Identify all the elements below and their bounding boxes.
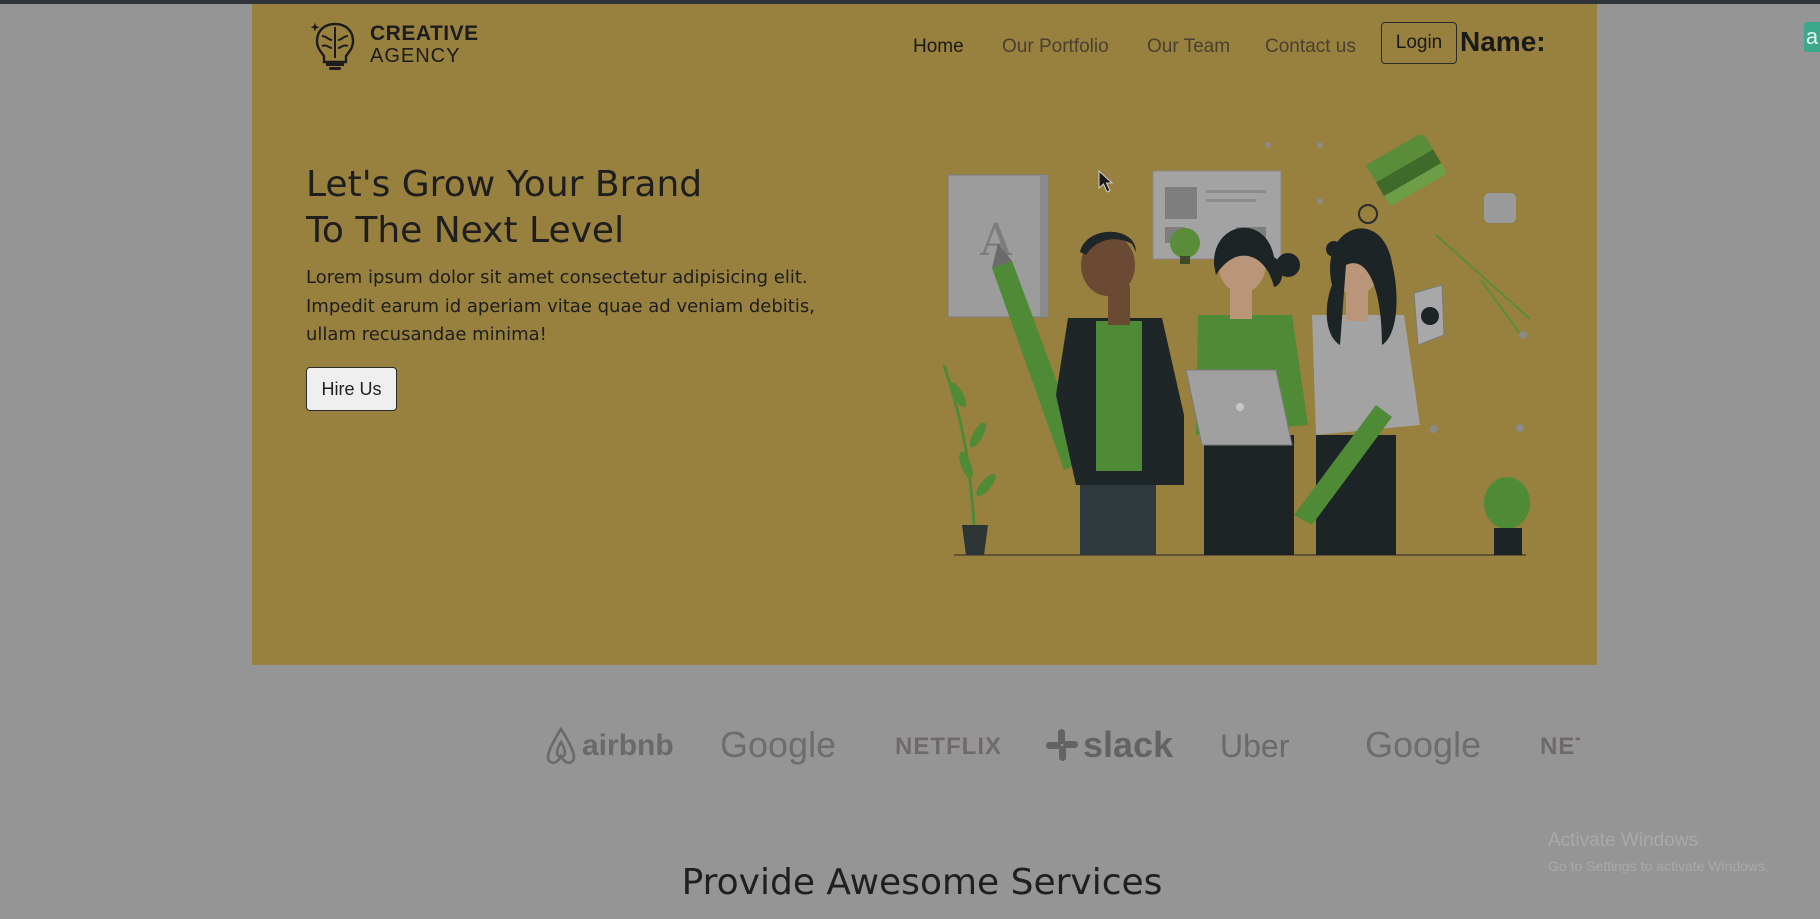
client-logo-slack: slack xyxy=(1045,724,1173,766)
nav-our-portfolio[interactable]: Our Portfolio xyxy=(1002,36,1109,58)
hero-title: Let's Grow Your Brand To The Next Level xyxy=(306,162,866,254)
watermark-line1: Activate Windows xyxy=(1548,830,1698,851)
nav-home[interactable]: Home xyxy=(913,36,964,58)
hero-title-line2: To The Next Level xyxy=(306,210,625,251)
client-name-airbnb: airbnb xyxy=(582,729,674,762)
nav-our-team[interactable]: Our Team xyxy=(1147,36,1230,58)
edge-badge[interactable]: a xyxy=(1804,22,1820,52)
brain-lightbulb-icon xyxy=(310,22,355,70)
brand-line2: AGENCY xyxy=(370,45,461,67)
client-logo-netflix: NETFLIX xyxy=(895,733,1002,760)
watermark-line2: Go to Settings to activate Windows. xyxy=(1548,858,1769,874)
mouse-cursor-icon xyxy=(1098,170,1114,193)
windows-activation-watermark: Activate Windows Go to Settings to activ… xyxy=(1548,830,1769,874)
client-logo-uber: Uber xyxy=(1220,728,1290,764)
brand-line1: CREATIVE xyxy=(370,22,479,45)
client-logo-netflix-repeat: NETFLIX xyxy=(1540,733,1580,760)
user-name-label: Name: xyxy=(1460,26,1546,57)
login-button[interactable]: Login xyxy=(1381,22,1457,64)
client-name-slack: slack xyxy=(1083,724,1174,765)
team-illustration: A xyxy=(942,135,1531,556)
client-logo-google: Google xyxy=(720,724,837,765)
hero-title-line1: Let's Grow Your Brand xyxy=(306,164,703,205)
client-logo-google-repeat: Google xyxy=(1365,724,1482,765)
brand-logo[interactable]: CREATIVE AGENCY xyxy=(308,18,479,72)
services-title: Provide Awesome Services xyxy=(681,862,1163,903)
nav-contact-us[interactable]: Contact us xyxy=(1265,36,1356,58)
hire-us-button[interactable]: Hire Us xyxy=(306,367,397,411)
airbnb-icon xyxy=(546,727,576,765)
client-logo-airbnb: airbnb xyxy=(544,727,674,765)
slack-icon xyxy=(1046,729,1078,761)
hero-description: Lorem ipsum dolor sit amet consectetur a… xyxy=(306,267,815,345)
